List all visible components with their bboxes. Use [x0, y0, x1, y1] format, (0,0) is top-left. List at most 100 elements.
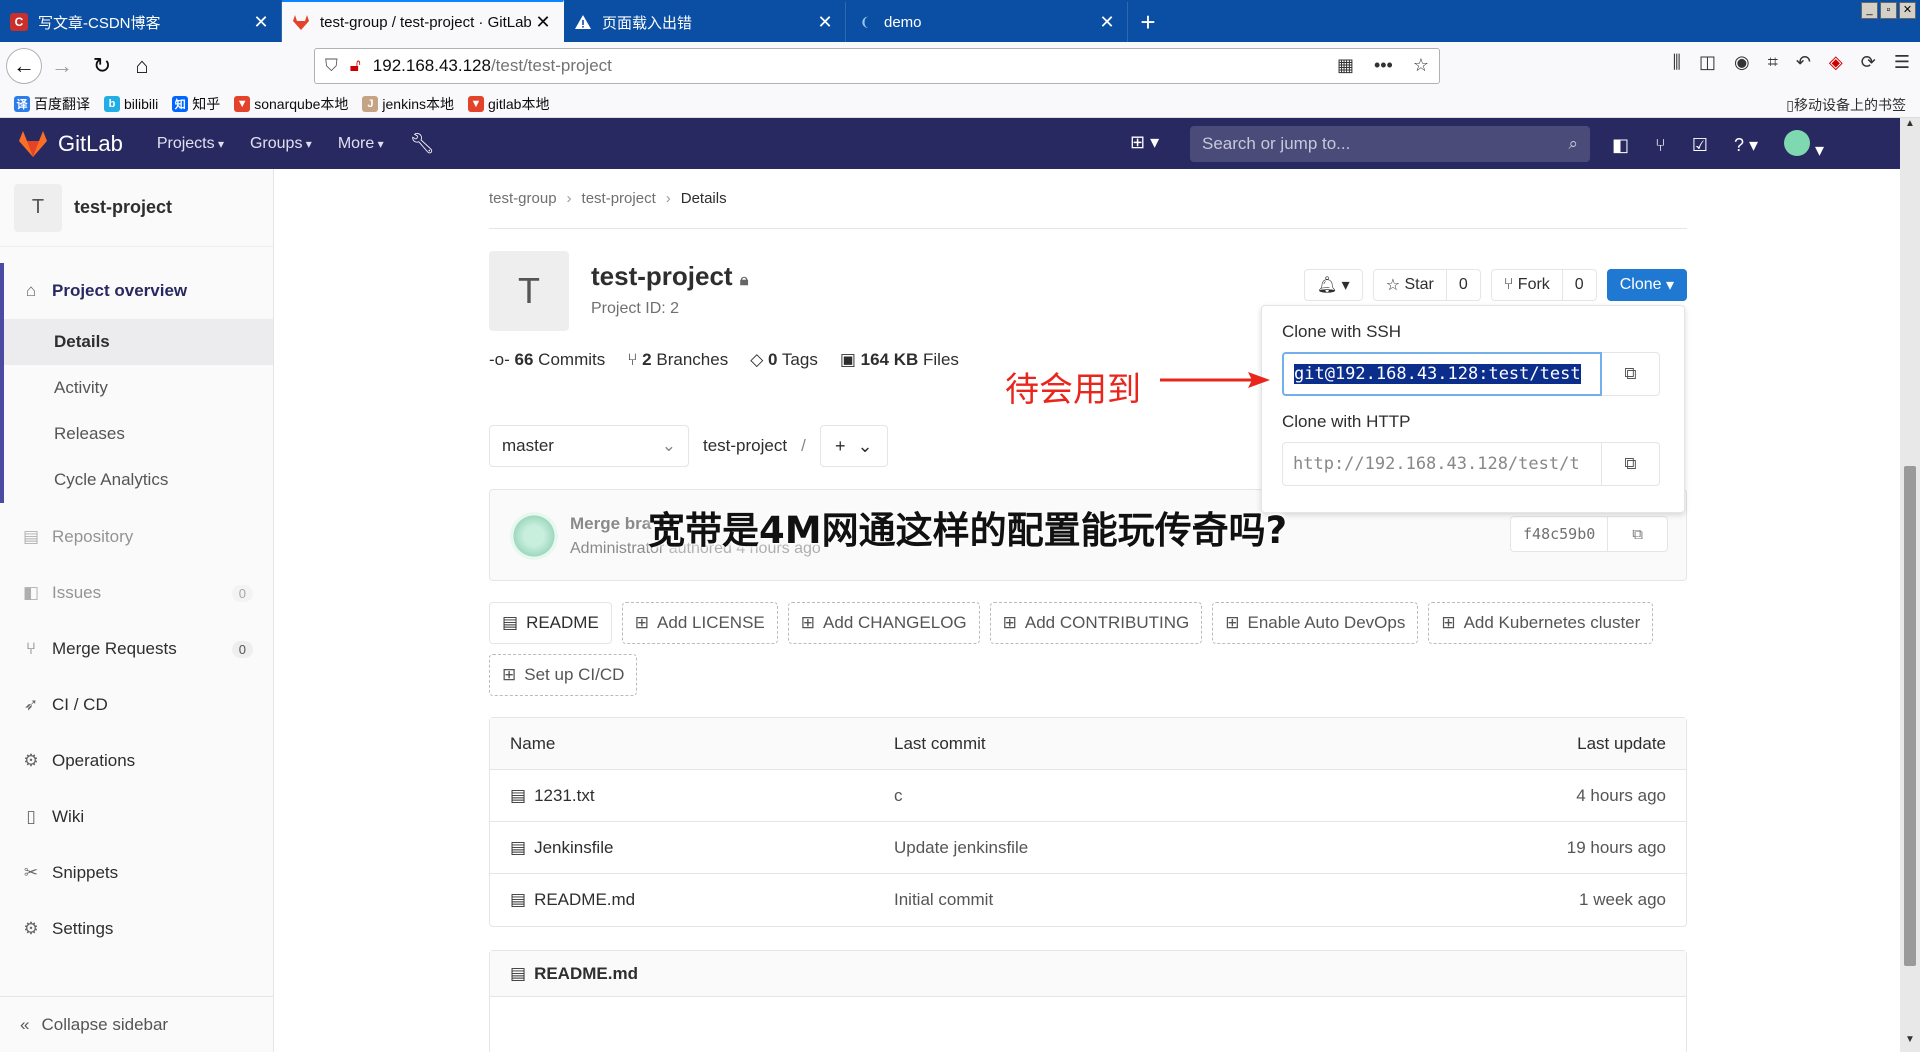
mobile-bookmarks[interactable]: ▯移动设备上的书签	[1786, 95, 1906, 115]
todo-icon[interactable]: ☑	[1692, 135, 1708, 156]
maximize-button[interactable]: ▫	[1880, 2, 1897, 19]
add-file-dropdown[interactable]: + ⌄	[819, 425, 888, 467]
header-plus-menu[interactable]: ⊞ ▾	[1130, 132, 1159, 153]
setup-ci-cd-button[interactable]: ⊞ Set up CI/CD	[489, 654, 638, 696]
star-button[interactable]: ☆ Star 0	[1372, 269, 1481, 301]
nav-more[interactable]: More	[338, 135, 384, 153]
account-icon[interactable]: ◉	[1734, 52, 1750, 73]
file-name[interactable]: 1231.txt	[534, 786, 595, 806]
browser-tab-error[interactable]: 页面载入出错 ✕	[564, 2, 846, 42]
last-commit-cell[interactable]: c	[894, 786, 1406, 806]
shield-icon[interactable]: ⛉	[325, 56, 338, 76]
commits-stat[interactable]: -o- 66 Commits	[489, 350, 605, 370]
sidebar-item-snippets[interactable]: ✂ Snippets	[0, 845, 273, 901]
merge-request-icon[interactable]: ⑂	[1655, 135, 1666, 156]
star-count[interactable]: 0	[1445, 270, 1480, 300]
file-name[interactable]: Jenkinsfile	[534, 838, 613, 858]
extension-icon[interactable]: ◈	[1829, 52, 1843, 73]
nav-groups[interactable]: Groups	[250, 135, 312, 153]
bookmark-baidu-translate[interactable]: 译百度翻译	[14, 94, 90, 114]
sidebar-item-issues[interactable]: ◧ Issues 0	[0, 565, 273, 621]
add-changelog-button[interactable]: ⊞ Add CHANGELOG	[787, 602, 980, 644]
breadcrumb-project[interactable]: test-project	[582, 190, 656, 207]
more-actions-icon[interactable]: •••	[1374, 55, 1393, 76]
library-icon[interactable]: ⫼	[1673, 52, 1681, 73]
copy-http-button[interactable]: ⧉	[1602, 442, 1660, 486]
url-bar[interactable]: ⛉ 🔓︎ 192.168.43.128/test/test-project ▦ …	[314, 48, 1440, 84]
forward-button[interactable]: →	[42, 46, 82, 86]
collapse-sidebar-button[interactable]: « Collapse sidebar	[0, 996, 273, 1052]
commit-message[interactable]: Merge bra	[570, 514, 651, 534]
file-name[interactable]: README.md	[534, 890, 635, 910]
breadcrumb-group[interactable]: test-group	[489, 190, 557, 207]
bookmark-bilibili[interactable]: b bilibili	[104, 95, 158, 112]
table-row[interactable]: ▤ 1231.txt c 4 hours ago	[490, 770, 1686, 822]
sidebar-item-project-overview[interactable]: ⌂ Project overview	[0, 263, 273, 319]
browser-tab-gitlab[interactable]: test-group / test-project · GitLab ✕	[282, 0, 564, 42]
sidebar-subitem-releases[interactable]: Releases	[0, 411, 273, 457]
branches-stat[interactable]: ⑂ 2 Branches	[627, 350, 728, 370]
home-button[interactable]: ⌂	[122, 46, 162, 86]
enable-auto-devops-button[interactable]: ⊞ Enable Auto DevOps	[1212, 602, 1419, 644]
close-icon[interactable]: ✕	[815, 12, 835, 33]
sidebar-item-wiki[interactable]: ▯ Wiki	[0, 789, 273, 845]
sidebar-item-ci-cd[interactable]: ➶ CI / CD	[0, 677, 273, 733]
undo-icon[interactable]: ↶	[1796, 52, 1811, 73]
sidebar-subitem-cycle-analytics[interactable]: Cycle Analytics	[0, 457, 273, 503]
gitlab-logo[interactable]: GitLab	[18, 130, 123, 158]
issues-icon[interactable]: ◧	[1612, 135, 1629, 156]
bookmark-star-icon[interactable]: ☆	[1413, 55, 1429, 76]
notification-dropdown[interactable]: 🔔︎ ▾	[1303, 269, 1363, 301]
add-license-button[interactable]: ⊞ Add LICENSE	[621, 602, 778, 644]
close-icon[interactable]: ✕	[251, 12, 271, 33]
sidebar-item-operations[interactable]: ⚙ Operations	[0, 733, 273, 789]
browser-tab-demo[interactable]: ❨ demo ✕	[846, 2, 1128, 42]
sidebar-project-header[interactable]: T test-project	[0, 169, 273, 247]
nav-projects[interactable]: Projects	[157, 135, 224, 153]
reload-button[interactable]: ↻	[82, 46, 122, 86]
sidebar-subitem-activity[interactable]: Activity	[0, 365, 273, 411]
page-scrollbar[interactable]: ▲ ▼	[1900, 118, 1920, 1052]
search-input[interactable]: Search or jump to... ⌕	[1190, 126, 1590, 162]
user-menu[interactable]: ▾	[1784, 130, 1824, 161]
bookmark-zhihu[interactable]: 知知乎	[172, 94, 220, 114]
repo-path[interactable]: test-project	[703, 436, 787, 456]
clone-http-input[interactable]: http://192.168.43.128/test/t	[1282, 442, 1602, 486]
last-commit-cell[interactable]: Update jenkinsfile	[894, 838, 1406, 858]
table-row[interactable]: ▤ Jenkinsfile Update jenkinsfile 19 hours…	[490, 822, 1686, 874]
close-icon[interactable]: ✕	[533, 12, 553, 33]
sidebar-item-settings[interactable]: ⚙ Settings	[0, 901, 273, 957]
qr-code-icon[interactable]: ▦	[1337, 55, 1354, 76]
screenshot-icon[interactable]: ⌗	[1768, 52, 1778, 73]
browser-tab-csdn[interactable]: C 写文章-CSDN博客 ✕	[0, 2, 282, 42]
readme-button[interactable]: ▤ README	[489, 602, 612, 644]
sidebar-item-repository[interactable]: ▤ Repository	[0, 509, 273, 565]
insecure-lock-icon[interactable]: 🔓︎	[350, 56, 361, 76]
clone-ssh-input[interactable]: git@192.168.43.128:test/test	[1282, 352, 1602, 396]
files-stat[interactable]: ▣ 164 KB Files	[840, 350, 959, 370]
close-icon[interactable]: ✕	[1097, 12, 1117, 33]
sidebar-subitem-details[interactable]: Details	[0, 319, 273, 365]
commit-sha[interactable]: f48c59b0	[1511, 525, 1607, 543]
table-row[interactable]: ▤ README.md Initial commit 1 week ago	[490, 874, 1686, 926]
help-icon[interactable]: ? ▾	[1734, 135, 1758, 156]
bookmark-sonarqube[interactable]: ▼ sonarqube本地	[234, 94, 348, 114]
sync-icon[interactable]: ⟳	[1861, 52, 1876, 73]
tags-stat[interactable]: ◇ 0 Tags	[750, 350, 818, 370]
fork-count[interactable]: 0	[1561, 270, 1596, 300]
minimize-button[interactable]: _	[1861, 2, 1878, 19]
copy-sha-button[interactable]: ⧉	[1607, 517, 1667, 551]
add-contributing-button[interactable]: ⊞ Add CONTRIBUTING	[989, 602, 1203, 644]
back-button[interactable]: ←	[6, 48, 42, 84]
bookmark-jenkins[interactable]: Jjenkins本地	[362, 94, 454, 114]
branch-dropdown[interactable]: master ⌄	[489, 425, 689, 467]
last-commit-cell[interactable]: Initial commit	[894, 890, 1406, 910]
new-tab-button[interactable]: +	[1128, 2, 1168, 42]
clone-button[interactable]: Clone ▾	[1606, 269, 1687, 301]
add-kubernetes-cluster-button[interactable]: ⊞ Add Kubernetes cluster	[1428, 602, 1654, 644]
scroll-down-icon[interactable]: ▼	[1900, 1034, 1920, 1052]
bookmark-gitlab[interactable]: ▼ gitlab本地	[468, 94, 549, 114]
sidebar-item-merge-requests[interactable]: ⑂ Merge Requests 0	[0, 621, 273, 677]
readme-title[interactable]: README.md	[534, 964, 638, 984]
close-window-button[interactable]: ✕	[1899, 2, 1916, 19]
